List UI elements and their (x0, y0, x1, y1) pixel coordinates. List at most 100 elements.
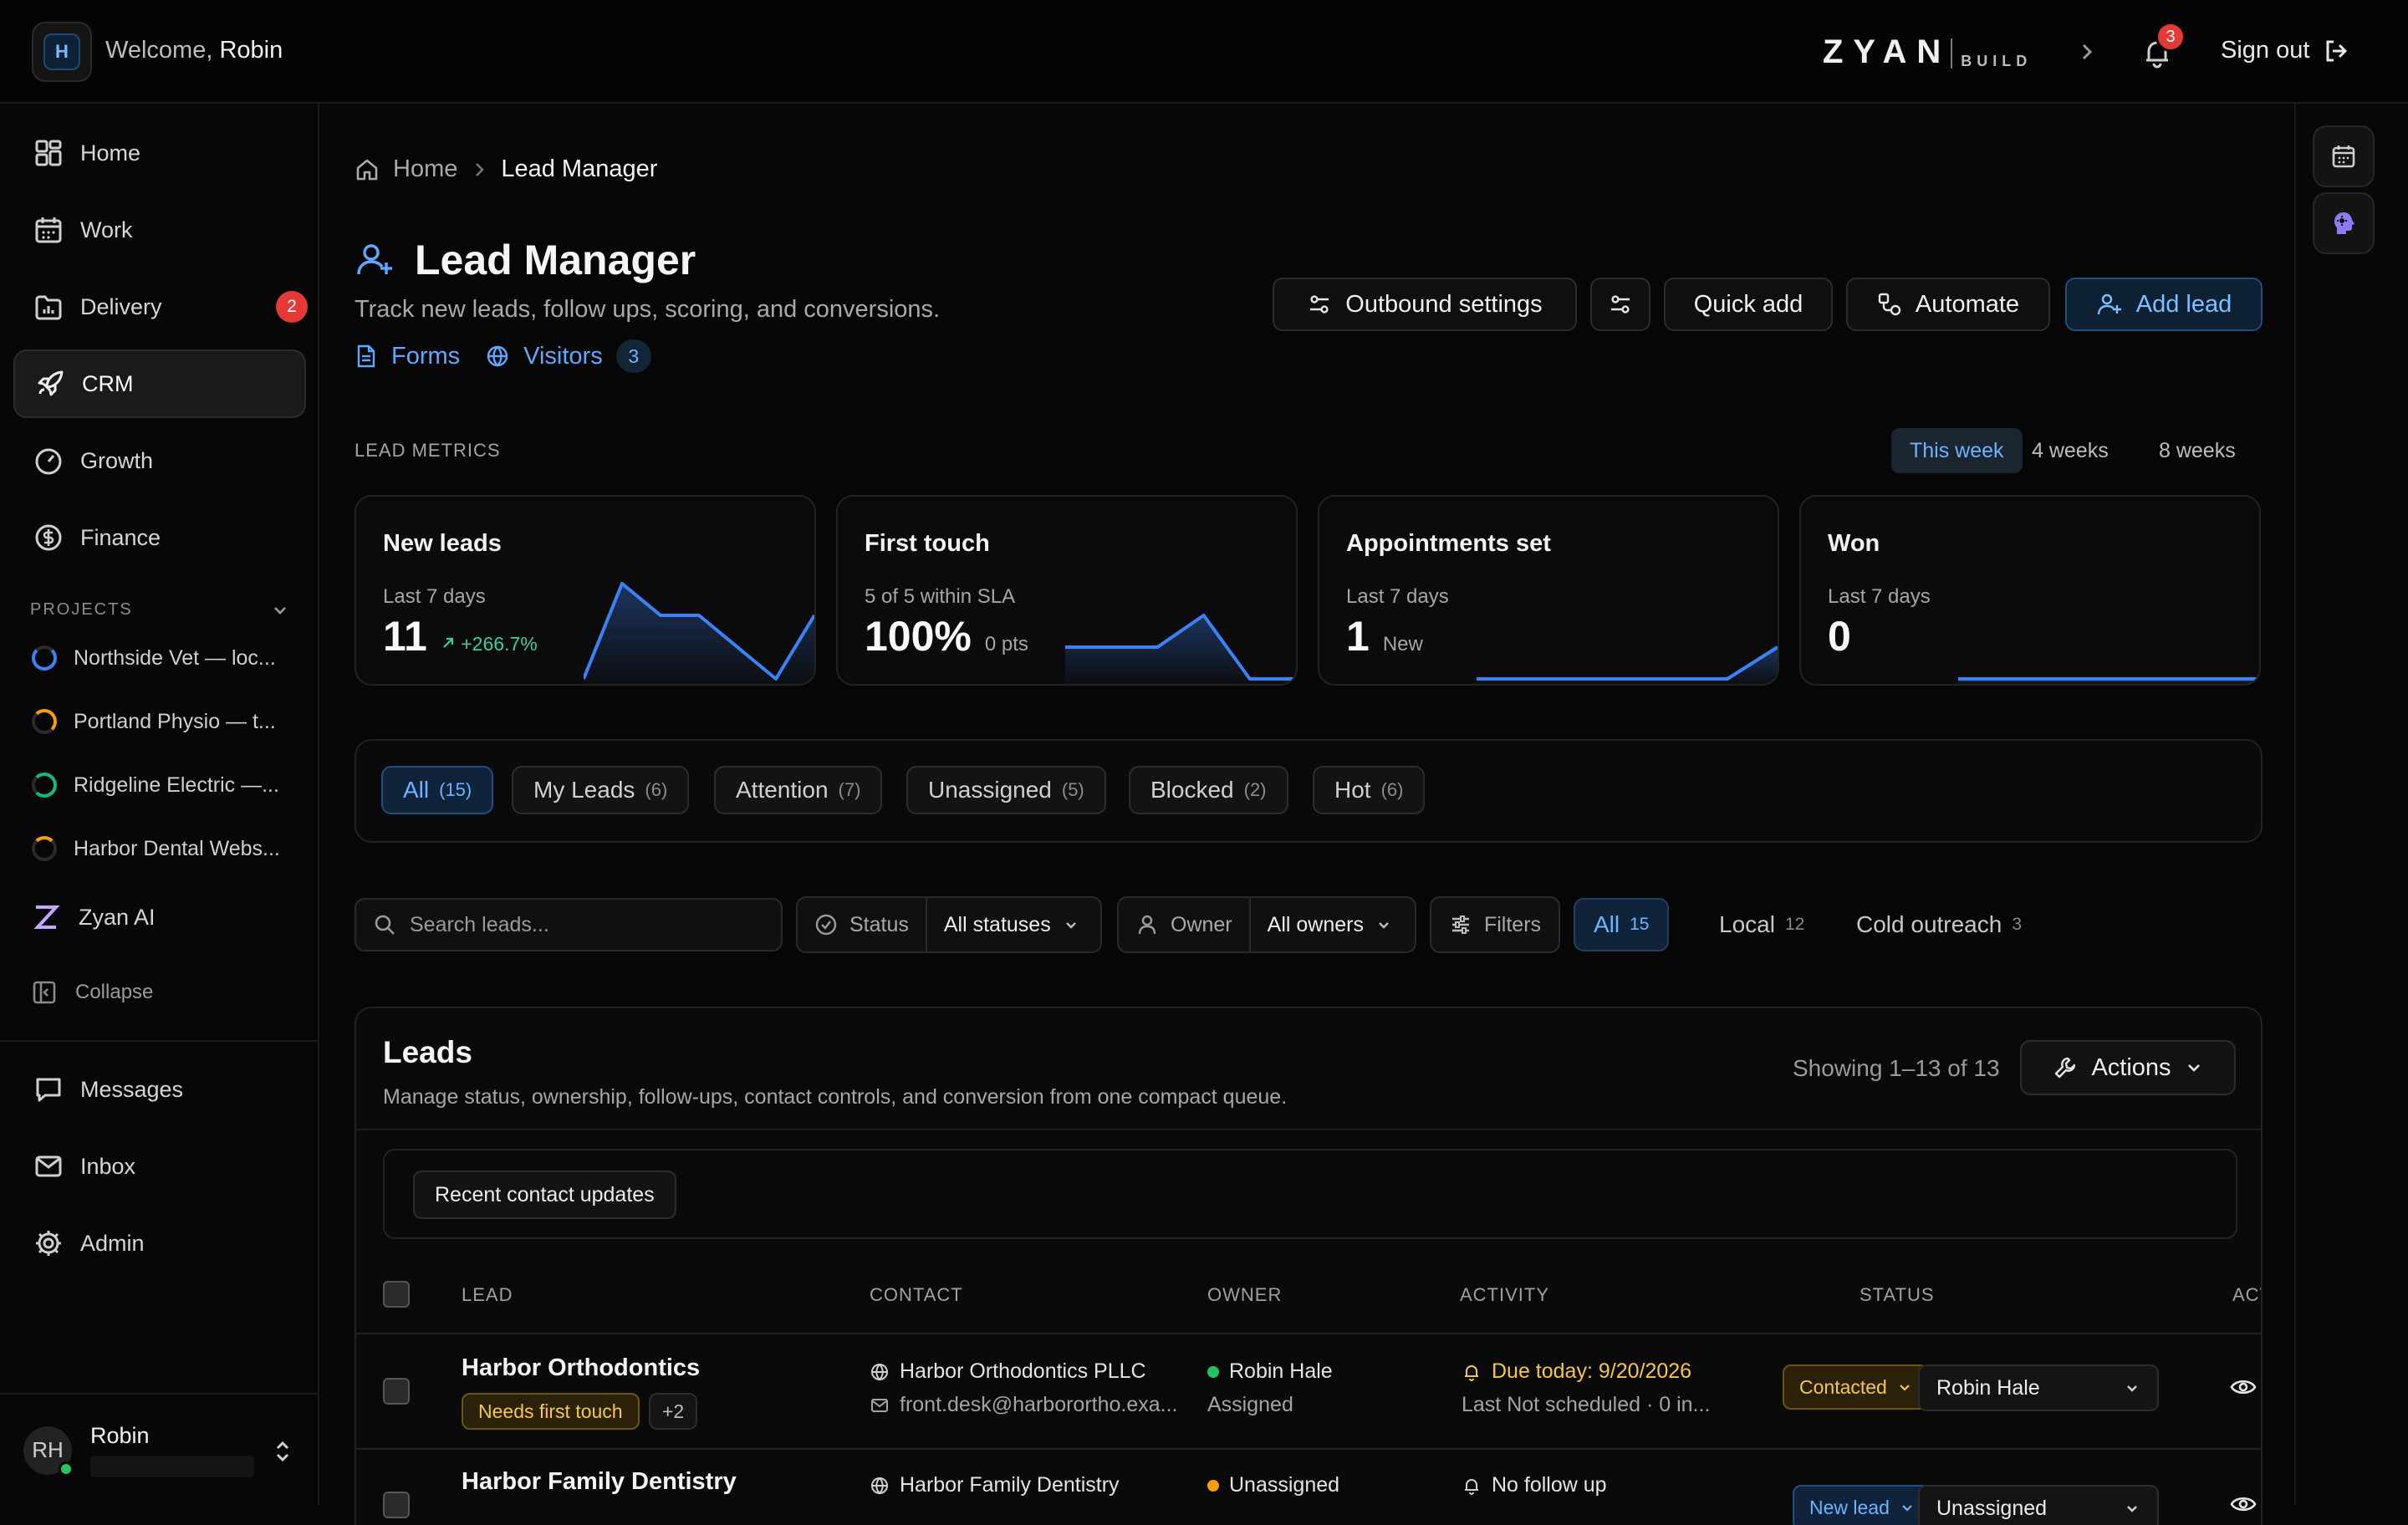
outbound-filters-button[interactable] (1590, 278, 1650, 331)
column-activity[interactable]: ACTIVITY (1460, 1284, 1549, 1306)
add-lead-button[interactable]: Add lead (2065, 278, 2263, 331)
brand-logo[interactable]: ZYAN BUILD (1823, 35, 2032, 69)
message-icon (36, 1078, 61, 1102)
sidebar-item-crm[interactable]: CRM (13, 349, 306, 418)
showing-count: Showing 1–13 of 13 (1793, 1055, 2000, 1081)
visitors-link[interactable]: Visitors (523, 343, 603, 370)
rocket-icon (38, 370, 64, 396)
sparkline-area (1065, 615, 1296, 684)
calendar-panel-button[interactable] (2313, 125, 2375, 187)
bell-icon (1465, 1364, 1478, 1381)
more-tags-badge[interactable]: +2 (649, 1393, 698, 1430)
tab-my-leads[interactable]: My Leads (6) (512, 766, 690, 814)
breadcrumb-home[interactable]: Home (393, 156, 457, 183)
range-4-weeks[interactable]: 4 weeks (2013, 428, 2127, 473)
recent-contact-updates-button[interactable]: Recent contact updates (413, 1171, 676, 1219)
workspace-switcher[interactable]: H (32, 22, 92, 82)
contact-email[interactable]: front.desk@harborortho.exa... (870, 1393, 1178, 1417)
progress-ring-icon (32, 709, 57, 734)
visitors-count-badge: 3 (615, 339, 651, 373)
sidebar-item-growth[interactable]: Growth (13, 426, 306, 495)
project-item[interactable]: Portland Physio — t... (32, 709, 299, 734)
collapse-button[interactable]: Collapse (32, 980, 153, 1005)
range-8-weeks[interactable]: 8 weeks (2140, 428, 2254, 473)
lead-name[interactable]: Harbor Orthodontics (462, 1354, 700, 1382)
chevron-down-icon (2127, 1385, 2137, 1392)
project-item[interactable]: Northside Vet — loc... (32, 645, 299, 671)
metric-card-first-touch[interactable]: First touch 5 of 5 within SLA 100% 0 pts (836, 495, 1298, 686)
dollar-circle-icon (35, 524, 62, 551)
type-all[interactable]: All 15 (1574, 898, 1670, 951)
range-this-week[interactable]: This week (1891, 428, 2023, 473)
bell-icon (1465, 1478, 1478, 1495)
user-name: Robin (90, 1423, 150, 1448)
sparkline-won (1958, 677, 2259, 684)
leads-panel: Leads Manage status, ownership, follow-u… (355, 1007, 2263, 1525)
owner-status: Assigned (1207, 1393, 1293, 1416)
sidebar-item-messages[interactable]: Messages (13, 1055, 306, 1124)
online-status-dot (59, 1461, 74, 1477)
brain-icon (2334, 212, 2354, 234)
tab-unassigned[interactable]: Unassigned (5) (906, 766, 1106, 814)
type-cold-outreach[interactable]: Cold outreach 3 (1838, 898, 2040, 951)
sign-out-button[interactable]: Sign out (2221, 37, 2349, 64)
outbound-settings-button[interactable]: Outbound settings (1273, 278, 1577, 331)
tab-attention[interactable]: Attention (7) (714, 766, 883, 814)
logout-icon (2326, 40, 2348, 61)
user-menu[interactable]: RH Robin (23, 1423, 254, 1477)
status-filter[interactable]: Status All statuses (796, 896, 1102, 953)
status-dropdown[interactable]: New lead (1793, 1485, 1931, 1525)
user-email-redacted (90, 1456, 254, 1477)
workspace-avatar: H (43, 33, 80, 70)
row-checkbox[interactable] (383, 1378, 410, 1405)
metric-card-appointments[interactable]: Appointments set Last 7 days 1 New (1318, 495, 1779, 686)
sidebar-item-delivery[interactable]: Delivery 2 (13, 273, 308, 341)
assignee-select[interactable]: Robin Hale (1918, 1364, 2159, 1411)
sparkline-new-leads (584, 582, 814, 684)
projects-heading[interactable]: PROJECTS (30, 600, 289, 620)
page-links: Forms Visitors 3 (355, 339, 651, 373)
lead-name[interactable]: Harbor Family Dentistry (462, 1468, 737, 1496)
column-status[interactable]: STATUS (1860, 1284, 1935, 1306)
sidebar-item-admin[interactable]: Admin (13, 1209, 306, 1278)
metric-card-won[interactable]: Won Last 7 days 0 (1799, 495, 2261, 686)
sidebar-item-inbox[interactable]: Inbox (13, 1132, 306, 1201)
status-dropdown[interactable]: Contacted (1783, 1364, 1929, 1410)
ai-assistant-button[interactable] (2313, 192, 2375, 254)
search-input[interactable]: Search leads... (355, 898, 783, 951)
sparkline-first-touch (1065, 614, 1296, 684)
column-lead[interactable]: LEAD (462, 1284, 513, 1306)
automate-button[interactable]: Automate (1846, 278, 2050, 331)
tab-hot[interactable]: Hot (6) (1313, 766, 1426, 814)
notification-badge: 3 (2155, 22, 2186, 52)
column-owner[interactable]: OWNER (1207, 1284, 1282, 1306)
quick-add-button[interactable]: Quick add (1664, 278, 1833, 331)
assignee-select[interactable]: Unassigned (1918, 1485, 2159, 1525)
owner-filter[interactable]: Owner All owners (1117, 896, 1416, 953)
globe-icon (487, 345, 508, 367)
dashboard-icon (35, 140, 62, 166)
chevron-right-icon[interactable] (2077, 40, 2097, 64)
column-actions[interactable]: ACTIONS (2232, 1284, 2261, 1306)
filters-button[interactable]: Filters (1430, 896, 1560, 953)
metric-value: 100% 0 pts (865, 613, 1028, 660)
sidebar-item-home[interactable]: Home (13, 119, 306, 187)
tab-all[interactable]: All (15) (381, 766, 494, 814)
type-local[interactable]: Local 12 (1701, 898, 1823, 951)
forms-link[interactable]: Forms (391, 343, 460, 370)
project-item[interactable]: Harbor Dental Webs... (32, 836, 299, 861)
select-all-checkbox[interactable] (383, 1281, 410, 1308)
sidebar-item-work[interactable]: Work (13, 196, 306, 264)
sparkline-line (1477, 645, 1778, 681)
chevrons-up-down-icon[interactable] (273, 1436, 293, 1466)
actions-dropdown[interactable]: Actions (2020, 1040, 2236, 1095)
eye-icon[interactable] (2229, 1492, 2258, 1517)
metric-card-new-leads[interactable]: New leads Last 7 days 11 +266.7% (355, 495, 816, 686)
row-checkbox[interactable] (383, 1492, 410, 1518)
project-item[interactable]: Ridgeline Electric —... (32, 773, 299, 798)
tab-blocked[interactable]: Blocked (2) (1129, 766, 1288, 814)
zyan-ai-button[interactable]: Zyan AI (32, 903, 156, 931)
column-contact[interactable]: CONTACT (870, 1284, 963, 1306)
eye-icon[interactable] (2229, 1375, 2258, 1400)
sidebar-item-finance[interactable]: Finance (13, 503, 306, 572)
